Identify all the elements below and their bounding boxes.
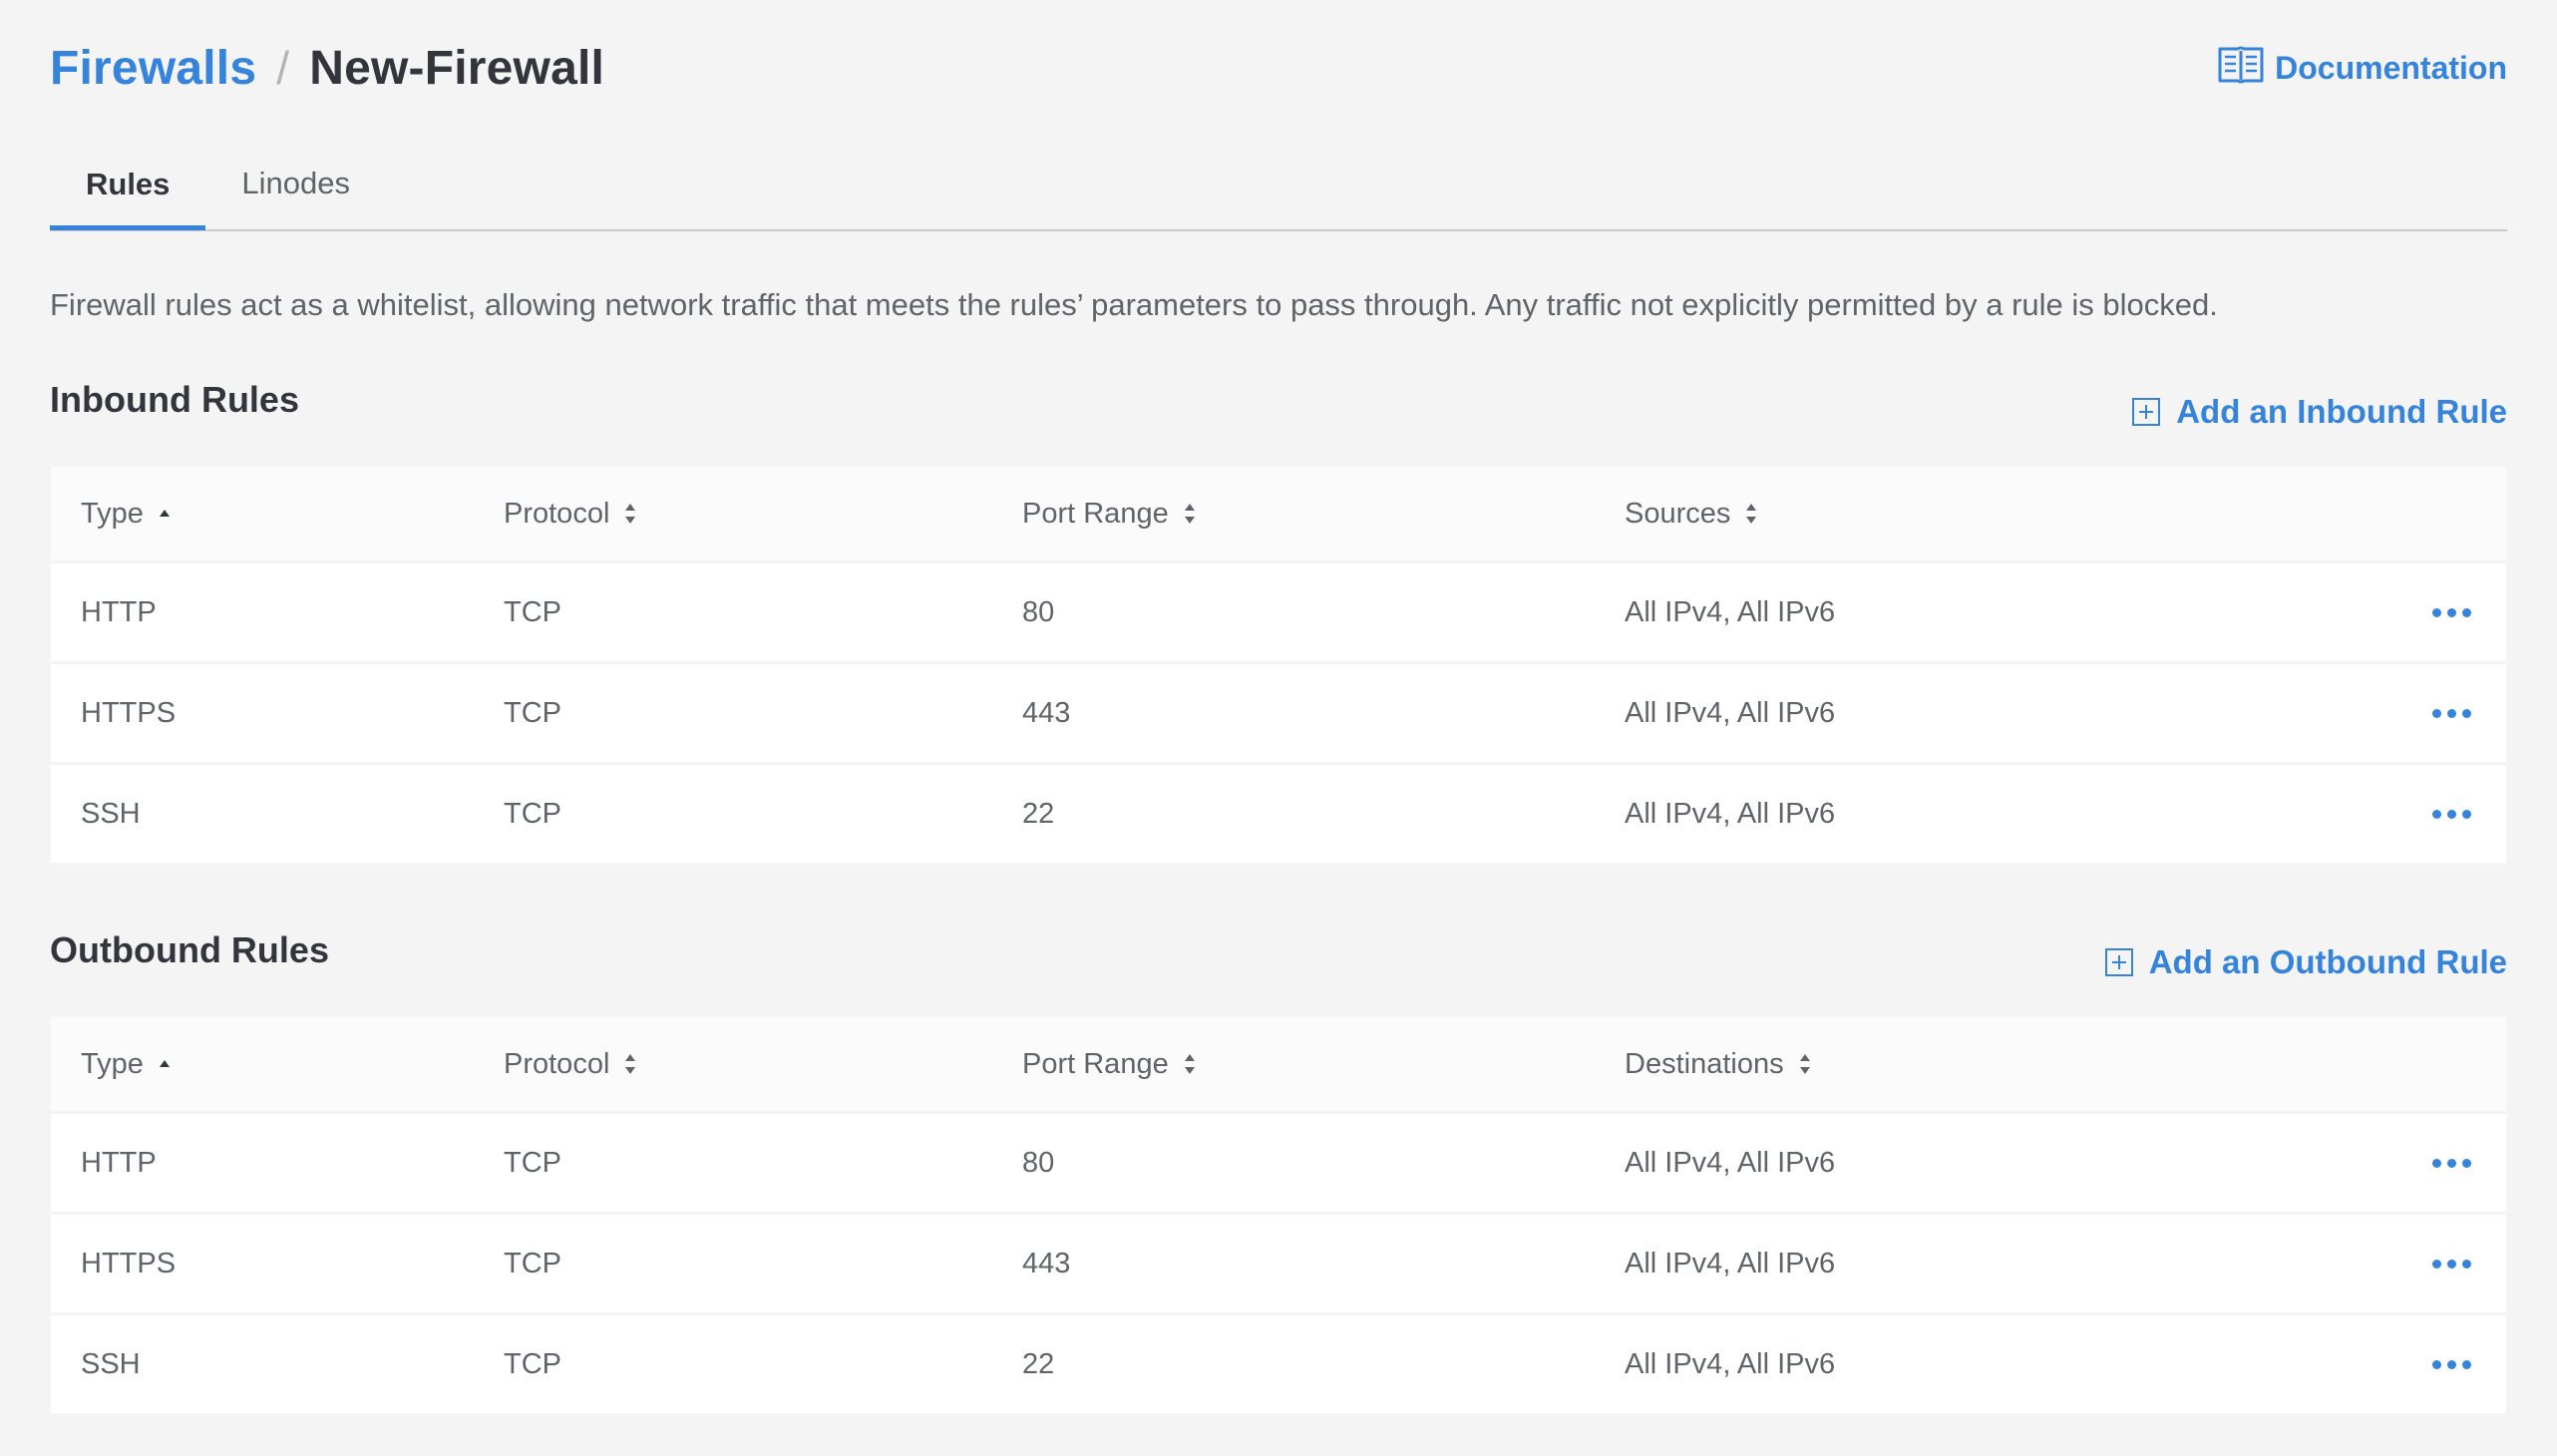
- table-row: SSH TCP 22 All IPv4, All IPv6: [51, 1315, 2506, 1413]
- breadcrumb-firewalls-link[interactable]: Firewalls: [50, 41, 256, 96]
- firewall-detail-page: Firewalls / New-Firewall Documentation R…: [0, 0, 2557, 1456]
- row-actions-menu[interactable]: [2396, 708, 2506, 718]
- column-header-protocol[interactable]: Protocol: [474, 1048, 992, 1081]
- tab-rules[interactable]: Rules: [50, 140, 206, 230]
- add-inbound-rule-button[interactable]: Add an Inbound Rule: [2132, 393, 2507, 431]
- table-row: HTTP TCP 80 All IPv4, All IPv6: [51, 1114, 2506, 1215]
- book-icon: [2217, 43, 2275, 93]
- rule-protocol: TCP: [504, 1347, 561, 1380]
- column-header-label: Type: [81, 497, 144, 530]
- table-row: HTTPS TCP 443 All IPv4, All IPv6: [51, 1215, 2506, 1315]
- column-header-type[interactable]: Type: [51, 498, 474, 531]
- breadcrumb-separator: /: [276, 42, 290, 94]
- breadcrumb: Firewalls / New-Firewall: [50, 41, 604, 96]
- rule-type: SSH: [81, 797, 141, 830]
- column-header-port-range[interactable]: Port Range: [992, 1048, 1597, 1081]
- column-header-type[interactable]: Type: [51, 1048, 474, 1081]
- column-header-label: Type: [81, 1047, 144, 1080]
- column-header-port-range[interactable]: Port Range: [992, 498, 1597, 531]
- rule-port-range: 80: [1022, 595, 1055, 628]
- rule-destinations: All IPv4, All IPv6: [1625, 1146, 1836, 1179]
- column-header-label: Port Range: [1022, 1047, 1169, 1080]
- page-title[interactable]: New-Firewall: [309, 41, 604, 96]
- sort-icon: [1798, 1052, 1812, 1076]
- rule-protocol: TCP: [504, 696, 561, 729]
- rule-port-range: 443: [1022, 1247, 1071, 1279]
- sort-icon: [1183, 502, 1197, 526]
- sort-icon: [623, 1052, 637, 1076]
- column-header-label: Protocol: [504, 1047, 610, 1080]
- add-outbound-rule-label: Add an Outbound Rule: [2148, 943, 2507, 980]
- sort-icon: [1744, 502, 1758, 526]
- rule-type: HTTP: [81, 1146, 157, 1179]
- column-header-label: Protocol: [504, 497, 610, 530]
- sort-icon: [623, 502, 637, 526]
- outbound-rules-title: Outbound Rules: [50, 929, 329, 970]
- rule-protocol: TCP: [504, 1247, 561, 1279]
- rule-protocol: TCP: [504, 1146, 561, 1179]
- add-inbound-rule-label: Add an Inbound Rule: [2176, 393, 2507, 430]
- more-options-icon[interactable]: [2431, 1359, 2471, 1369]
- column-header-label: Sources: [1625, 497, 1731, 530]
- rule-port-range: 80: [1022, 1146, 1055, 1179]
- rule-type: HTTPS: [81, 1247, 177, 1279]
- sort-icon: [1183, 1052, 1197, 1076]
- documentation-label: Documentation: [2275, 49, 2507, 86]
- table-header-row: Type Protocol Port Range Destinations: [51, 1017, 2506, 1114]
- column-header-destinations[interactable]: Destinations: [1597, 1048, 2396, 1081]
- inbound-rules-title: Inbound Rules: [50, 379, 299, 420]
- sort-ascending-icon: [158, 509, 172, 519]
- tab-linodes[interactable]: Linodes: [205, 140, 386, 227]
- rule-port-range: 22: [1022, 1347, 1055, 1380]
- row-actions-menu[interactable]: [2396, 607, 2506, 617]
- rule-type: HTTP: [81, 595, 157, 628]
- row-actions-menu[interactable]: [2396, 1359, 2506, 1369]
- sort-ascending-icon: [158, 1059, 172, 1069]
- more-options-icon[interactable]: [2431, 607, 2471, 617]
- rule-type: HTTPS: [81, 696, 177, 729]
- row-actions-menu[interactable]: [2396, 809, 2506, 819]
- inbound-rules-table: Type Protocol Port Range Sources HTTP TC…: [51, 467, 2506, 863]
- add-icon: [2132, 398, 2161, 426]
- rule-port-range: 22: [1022, 797, 1055, 830]
- rule-protocol: TCP: [504, 595, 561, 628]
- tab-bar: Rules Linodes: [50, 140, 2507, 231]
- rule-destinations: All IPv4, All IPv6: [1625, 1247, 1836, 1279]
- documentation-link[interactable]: Documentation: [2217, 43, 2507, 93]
- rule-protocol: TCP: [504, 797, 561, 830]
- row-actions-menu[interactable]: [2396, 1259, 2506, 1269]
- column-header-sources[interactable]: Sources: [1597, 498, 2396, 531]
- table-header-row: Type Protocol Port Range Sources: [51, 467, 2506, 563]
- more-options-icon[interactable]: [2431, 1259, 2471, 1269]
- more-options-icon[interactable]: [2431, 809, 2471, 819]
- table-row: SSH TCP 22 All IPv4, All IPv6: [51, 765, 2506, 863]
- page-header: Firewalls / New-Firewall Documentation: [50, 36, 2507, 100]
- rules-description: Firewall rules act as a whitelist, allow…: [50, 287, 2218, 322]
- table-row: HTTPS TCP 443 All IPv4, All IPv6: [51, 664, 2506, 765]
- column-header-label: Port Range: [1022, 497, 1169, 530]
- column-header-protocol[interactable]: Protocol: [474, 498, 992, 531]
- add-icon: [2104, 948, 2133, 976]
- more-options-icon[interactable]: [2431, 1158, 2471, 1168]
- add-outbound-rule-button[interactable]: Add an Outbound Rule: [2104, 943, 2507, 981]
- row-actions-menu[interactable]: [2396, 1158, 2506, 1168]
- table-row: HTTP TCP 80 All IPv4, All IPv6: [51, 563, 2506, 664]
- inbound-section-header: Inbound Rules Add an Inbound Rule: [50, 371, 2507, 431]
- outbound-section-header: Outbound Rules Add an Outbound Rule: [50, 921, 2507, 981]
- more-options-icon[interactable]: [2431, 708, 2471, 718]
- column-header-label: Destinations: [1625, 1047, 1784, 1080]
- rule-port-range: 443: [1022, 696, 1071, 729]
- rule-type: SSH: [81, 1347, 141, 1380]
- outbound-rules-table: Type Protocol Port Range Destinations HT…: [51, 1017, 2506, 1413]
- rule-destinations: All IPv4, All IPv6: [1625, 1347, 1836, 1380]
- rule-sources: All IPv4, All IPv6: [1625, 696, 1836, 729]
- rule-sources: All IPv4, All IPv6: [1625, 797, 1836, 830]
- rule-sources: All IPv4, All IPv6: [1625, 595, 1836, 628]
